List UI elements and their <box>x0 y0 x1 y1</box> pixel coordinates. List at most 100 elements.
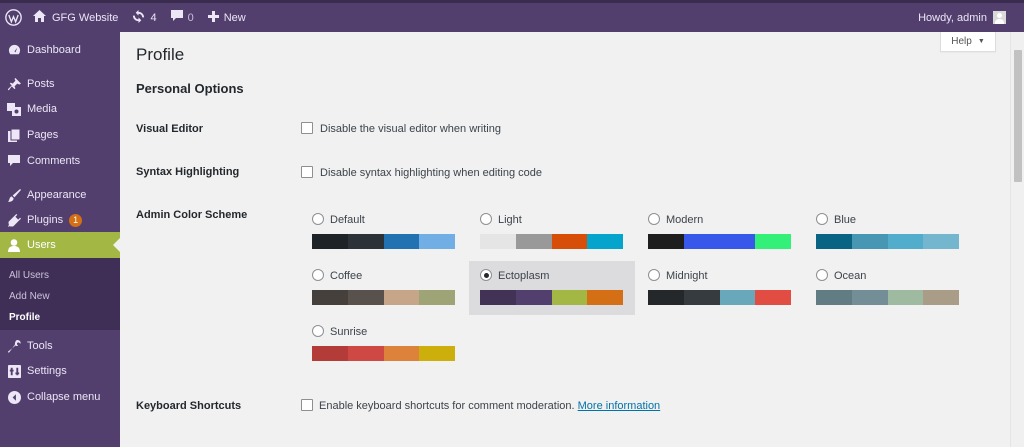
scheme-name: Default <box>330 214 365 226</box>
updates-count: 4 <box>150 11 157 24</box>
section-title: Personal Options <box>136 81 244 96</box>
scrollbar-thumb[interactable] <box>1014 50 1022 182</box>
scheme-radio[interactable] <box>648 213 660 225</box>
color-swatch <box>347 346 384 361</box>
admin-bar: GFG Website 4 0 New Howdy, admin <box>0 0 1024 32</box>
keyboard-shortcuts-option: Enable keyboard shortcuts for comment mo… <box>319 400 660 412</box>
color-swatch <box>755 234 791 249</box>
sidebar-item-label: Pages <box>27 129 59 141</box>
color-swatch <box>551 234 588 249</box>
plus-icon <box>207 10 219 25</box>
color-scheme-ectoplasm[interactable]: Ectoplasm <box>469 261 635 315</box>
color-swatch <box>887 290 924 305</box>
profile-content: Help ▼ Profile Personal Options Visual E… <box>120 32 1010 447</box>
syntax-highlighting-checkbox[interactable] <box>301 166 313 178</box>
sidebar-item-label: Collapse menu <box>27 391 101 403</box>
users-icon <box>7 238 21 252</box>
scheme-radio[interactable] <box>648 269 660 281</box>
color-scheme-default[interactable]: Default <box>301 207 467 261</box>
caret-down-icon: ▼ <box>977 38 985 45</box>
color-swatch <box>419 290 455 305</box>
page-title: Profile <box>136 45 185 64</box>
plugin-icon <box>7 213 21 227</box>
sidebar-item-appearance[interactable]: Appearance <box>0 182 120 208</box>
scheme-name: Blue <box>834 214 857 226</box>
color-swatch <box>383 234 420 249</box>
visual-editor-option[interactable]: Disable the visual editor when writing <box>320 123 501 135</box>
color-scheme-coffee[interactable]: Coffee <box>301 263 467 317</box>
account-menu[interactable]: Howdy, admin <box>918 3 1006 32</box>
scheme-name: Ocean <box>834 270 867 282</box>
visual-editor-checkbox[interactable] <box>301 122 313 134</box>
sidebar-item-dashboard[interactable]: Dashboard <box>0 37 120 63</box>
color-swatch <box>923 234 959 249</box>
keyboard-shortcuts-label: Keyboard Shortcuts <box>136 400 242 412</box>
sidebar-item-label: Appearance <box>27 189 87 201</box>
sidebar-item-comments[interactable]: Comments <box>0 148 120 174</box>
sidebar-item-plugins[interactable]: Plugins 1 <box>0 207 120 233</box>
submenu-item-add-new[interactable]: Add New <box>9 291 50 302</box>
settings-icon <box>7 364 21 378</box>
color-swatch <box>719 290 756 305</box>
syntax-highlighting-option[interactable]: Disable syntax highlighting when editing… <box>320 167 542 179</box>
admin-sidebar: Dashboard Posts Media Pages Comments App… <box>0 32 120 447</box>
help-button[interactable]: Help ▼ <box>940 32 996 52</box>
page-scrollbar[interactable] <box>1010 32 1024 447</box>
scheme-radio[interactable] <box>816 213 828 225</box>
scheme-swatches <box>480 234 623 249</box>
color-swatch <box>816 290 852 305</box>
sidebar-item-tools[interactable]: Tools <box>0 333 120 359</box>
color-swatch <box>887 234 924 249</box>
pages-icon <box>7 128 21 142</box>
color-scheme-ocean[interactable]: Ocean <box>805 263 971 317</box>
visual-editor-label: Visual Editor <box>136 123 204 135</box>
color-swatch <box>383 346 420 361</box>
color-scheme-modern[interactable]: Modern <box>637 207 803 261</box>
color-swatch <box>419 234 455 249</box>
color-swatch <box>683 290 720 305</box>
comments-icon <box>7 154 21 168</box>
sidebar-item-users[interactable]: Users <box>0 232 120 258</box>
scheme-swatches <box>816 290 959 305</box>
plugins-update-badge: 1 <box>69 213 83 227</box>
sidebar-item-collapse-menu[interactable]: Collapse menu <box>0 384 120 410</box>
more-information-link[interactable]: More information <box>578 400 661 412</box>
scheme-radio[interactable] <box>480 213 492 225</box>
sidebar-item-settings[interactable]: Settings <box>0 358 120 384</box>
scheme-name: Midnight <box>666 270 708 282</box>
submenu-item-profile[interactable]: Profile <box>9 312 40 323</box>
comments-link[interactable]: 0 <box>164 3 201 32</box>
scheme-name: Modern <box>666 214 704 226</box>
updates-icon <box>132 9 145 26</box>
scheme-swatches <box>312 234 455 249</box>
scheme-radio[interactable] <box>312 269 324 281</box>
wordpress-logo-icon[interactable] <box>0 3 26 32</box>
color-swatch <box>312 290 348 305</box>
scheme-radio[interactable] <box>312 325 324 337</box>
sidebar-item-pages[interactable]: Pages <box>0 122 120 148</box>
scheme-radio[interactable] <box>312 213 324 225</box>
color-scheme-blue[interactable]: Blue <box>805 207 971 261</box>
color-scheme-midnight[interactable]: Midnight <box>637 263 803 317</box>
keyboard-shortcuts-checkbox[interactable] <box>301 399 313 411</box>
sidebar-item-media[interactable]: Media <box>0 96 120 122</box>
submenu-item-all-users[interactable]: All Users <box>9 270 49 281</box>
sidebar-item-label: Media <box>27 103 57 115</box>
site-name-link[interactable]: GFG Website <box>26 3 125 32</box>
scheme-name: Light <box>498 214 522 226</box>
keyboard-shortcuts-option-text[interactable]: Enable keyboard shortcuts for comment mo… <box>319 400 575 412</box>
color-swatch <box>383 290 420 305</box>
color-swatch <box>851 234 888 249</box>
color-swatch <box>312 346 348 361</box>
updates-link[interactable]: 4 <box>125 3 163 32</box>
help-label: Help <box>951 36 972 47</box>
sidebar-item-posts[interactable]: Posts <box>0 71 120 97</box>
color-swatch <box>851 290 888 305</box>
scheme-radio-selected[interactable] <box>480 269 492 281</box>
color-scheme-sunrise[interactable]: Sunrise <box>301 319 467 373</box>
scheme-radio[interactable] <box>816 269 828 281</box>
color-scheme-light[interactable]: Light <box>469 207 635 261</box>
new-content-link[interactable]: New <box>201 3 253 32</box>
howdy-text: Howdy, admin <box>918 11 987 24</box>
dashboard-icon <box>7 43 21 57</box>
